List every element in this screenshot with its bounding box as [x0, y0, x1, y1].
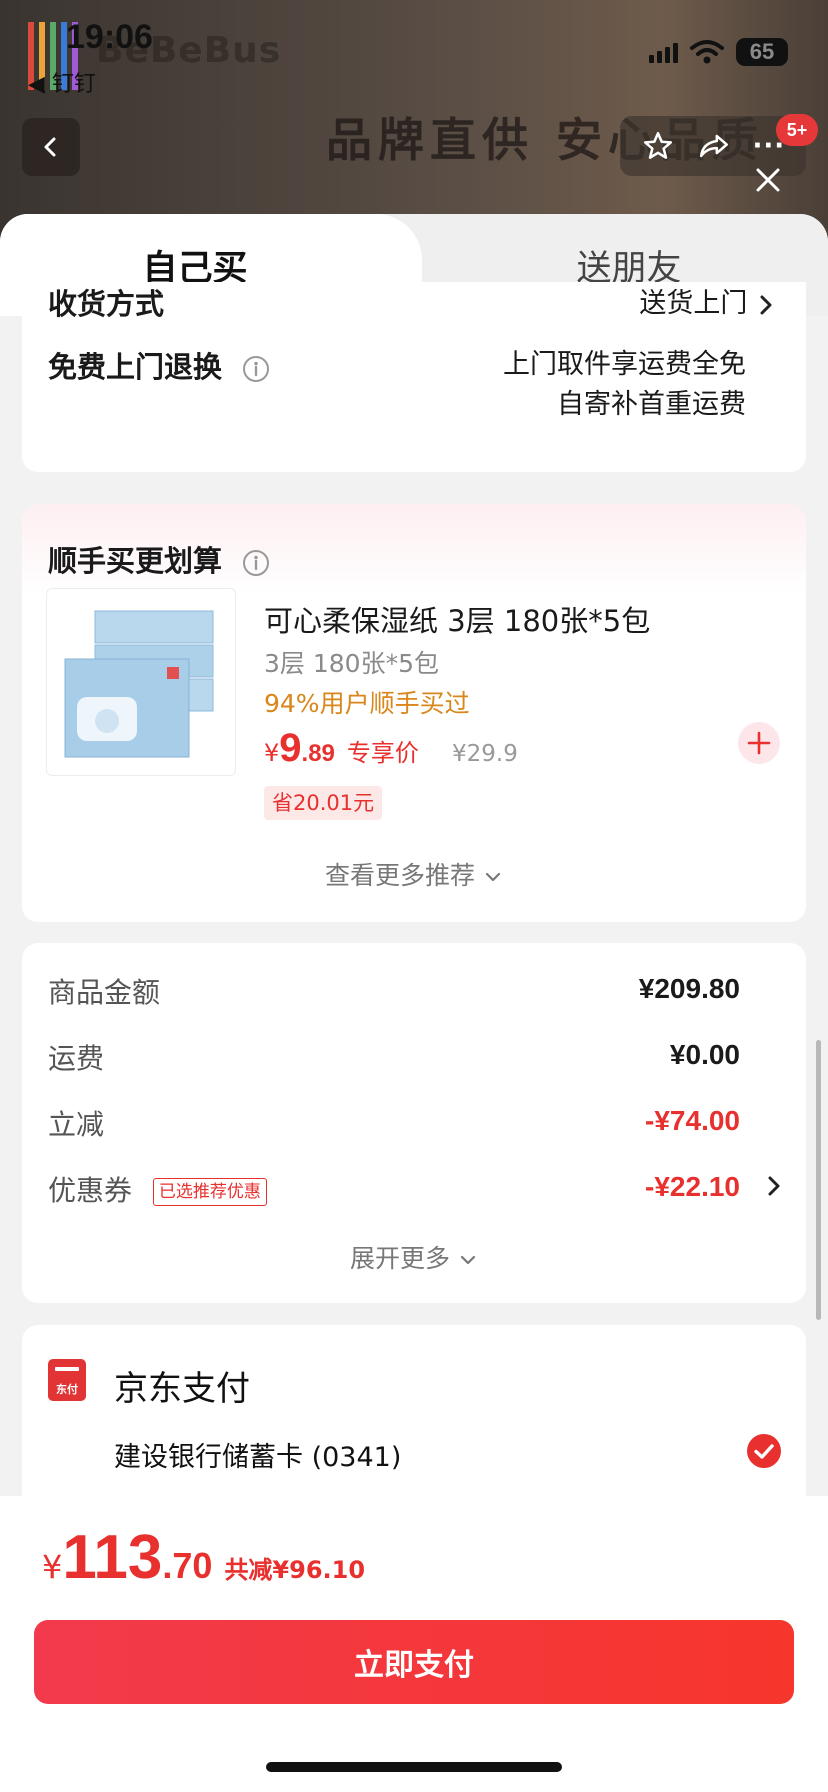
- subtotal-value: ¥209.80: [638, 973, 740, 1004]
- free-return-row: 免费上门退换: [48, 344, 270, 386]
- payment-method-name: 京东支付: [114, 1369, 250, 1409]
- product-thumbnail[interactable]: [46, 588, 236, 776]
- delivery-method-label: 收货方式: [48, 287, 165, 321]
- add-addon-button[interactable]: [738, 722, 780, 764]
- system-icons: 65: [649, 38, 788, 66]
- product-social-proof: 94%用户顺手买过: [264, 689, 470, 718]
- jd-pay-logo: 东付: [48, 1359, 86, 1401]
- chevron-right-icon: [760, 295, 772, 314]
- home-indicator: [266, 1762, 562, 1772]
- back-arrow-icon: [44, 137, 56, 157]
- shipping-value: ¥0.00: [669, 1039, 740, 1070]
- back-button[interactable]: [22, 118, 80, 176]
- free-return-line-1: 上门取件享运费全免: [503, 349, 746, 380]
- price-currency: ¥: [264, 739, 280, 767]
- wifi-icon: [690, 40, 724, 64]
- product-name[interactable]: 可心柔保湿纸 3层 180张*5包: [264, 598, 650, 640]
- pay-now-button[interactable]: 立即支付: [34, 1620, 794, 1704]
- free-return-line-2: 自寄补首重运费: [557, 389, 746, 420]
- price-integer: 9: [279, 726, 302, 770]
- delivery-card: 收货方式 送货上门 免费上门退换 上门取件享运费全免 自寄补首重运费: [22, 282, 806, 472]
- check-icon[interactable]: [746, 1433, 782, 1469]
- product-spec: 3层 180张*5包: [264, 649, 439, 678]
- price-tag: 专享价: [346, 739, 419, 767]
- delivery-method-value: 送货上门: [639, 288, 748, 319]
- tissue-pack-image: [64, 610, 214, 758]
- total-discount: 共减¥96.10: [224, 1556, 366, 1584]
- delivery-method-selector[interactable]: 送货上门: [639, 281, 776, 320]
- chevron-right-icon[interactable]: [764, 1173, 784, 1199]
- original-price: ¥29.9: [452, 741, 518, 767]
- back-to-app-link[interactable]: ◀ 钉钉: [28, 66, 96, 98]
- total-decimal: .70: [162, 1545, 213, 1586]
- bank-card-option[interactable]: 建设银行储蓄卡 (0341): [114, 1435, 401, 1474]
- chevron-down-icon: [485, 872, 501, 882]
- total-price: ¥ 113 .70 共减¥96.10: [42, 1522, 365, 1593]
- total-currency: ¥: [42, 1548, 63, 1586]
- subtotal-label: 商品金额: [48, 976, 161, 1009]
- chevron-down-icon: [460, 1255, 476, 1265]
- close-icon[interactable]: [752, 164, 784, 196]
- info-icon[interactable]: [242, 549, 270, 577]
- shipping-label: 运费: [48, 1042, 105, 1075]
- instant-discount-value: -¥74.00: [645, 1105, 740, 1136]
- battery-icon: 65: [736, 38, 788, 66]
- jd-pay-logo-text: 东付: [56, 1383, 78, 1396]
- expand-more-button[interactable]: 展开更多: [22, 1239, 806, 1275]
- total-integer: 113: [62, 1523, 163, 1592]
- share-icon[interactable]: [697, 129, 731, 163]
- info-icon[interactable]: [242, 355, 270, 383]
- checkout-bottom-bar: ¥ 113 .70 共减¥96.10 立即支付: [0, 1496, 828, 1792]
- status-time: 19:06: [66, 18, 153, 56]
- free-return-label: 免费上门退换: [48, 350, 223, 384]
- product-price: ¥ 9 .89 专享价: [264, 726, 419, 771]
- cart-badge: 5+: [776, 114, 818, 146]
- order-amounts-card: 商品金额 ¥209.80 运费 ¥0.00 立减 -¥74.00 优惠券 已选推…: [22, 943, 806, 1303]
- coupon-status-tag: 已选推荐优惠: [152, 1178, 267, 1206]
- see-more-recommend-button[interactable]: 查看更多推荐: [22, 856, 806, 892]
- plus-icon: [747, 731, 771, 755]
- addon-recommend-card: 顺手买更划算 可心柔保湿纸 3层 180张*5包 3层 180张*5包 94%用…: [22, 504, 806, 922]
- star-icon[interactable]: [641, 129, 675, 163]
- coupon-row-label: 优惠券 已选推荐优惠: [48, 1169, 267, 1209]
- coupon-label: 优惠券: [48, 1174, 133, 1207]
- addon-title-row: 顺手买更划算: [48, 538, 270, 580]
- addon-title: 顺手买更划算: [48, 544, 223, 578]
- see-more-label: 查看更多推荐: [325, 861, 476, 890]
- signal-icon: [649, 41, 678, 63]
- saving-badge: 省20.01元: [264, 786, 383, 820]
- price-decimal: .89: [301, 740, 335, 767]
- scrollbar[interactable]: [816, 1040, 821, 1320]
- instant-discount-label: 立减: [48, 1108, 105, 1141]
- coupon-value[interactable]: -¥22.10: [645, 1171, 740, 1203]
- expand-more-label: 展开更多: [350, 1244, 451, 1273]
